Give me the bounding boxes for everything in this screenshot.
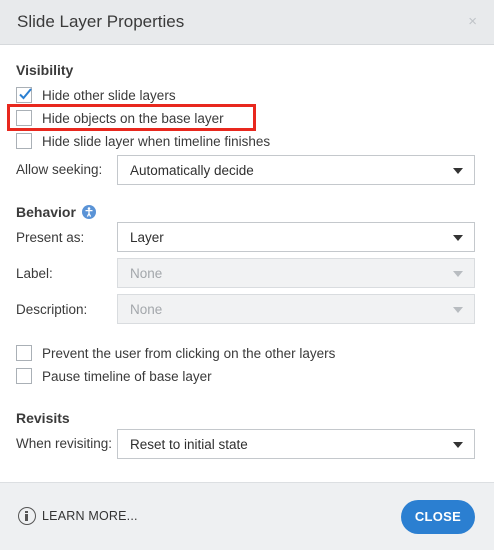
behavior-heading: Behavior xyxy=(16,204,96,220)
close-button[interactable]: CLOSE xyxy=(401,500,475,534)
label-value: None xyxy=(130,266,163,281)
description-value: None xyxy=(130,302,163,317)
description-dropdown: None xyxy=(117,294,475,324)
dropdown-arrow-icon xyxy=(453,442,463,448)
hide-when-finished-option[interactable]: Hide slide layer when timeline finishes xyxy=(16,132,270,150)
allow-seeking-label: Allow seeking: xyxy=(16,162,103,177)
present-as-dropdown[interactable]: Layer xyxy=(117,222,475,252)
pause-timeline-checkbox[interactable] xyxy=(16,368,32,384)
dropdown-arrow-icon xyxy=(453,271,463,277)
hide-other-layers-checkbox[interactable] xyxy=(16,87,32,103)
highlight-annotation xyxy=(7,104,256,131)
prevent-clicking-option[interactable]: Prevent the user from clicking on the ot… xyxy=(16,344,335,362)
pause-timeline-label: Pause timeline of base layer xyxy=(42,368,212,384)
when-revisiting-label: When revisiting: xyxy=(16,436,113,451)
allow-seeking-value: Automatically decide xyxy=(130,163,254,178)
visibility-heading: Visibility xyxy=(16,62,74,78)
dialog-title-bar: Slide Layer Properties × xyxy=(0,0,494,45)
dialog-title: Slide Layer Properties xyxy=(17,12,185,31)
present-as-label: Present as: xyxy=(16,230,85,245)
close-icon[interactable]: × xyxy=(468,13,477,30)
behavior-heading-text: Behavior xyxy=(16,204,76,220)
allow-seeking-dropdown[interactable]: Automatically decide xyxy=(117,155,475,185)
when-revisiting-value: Reset to initial state xyxy=(130,437,248,452)
hide-other-layers-option[interactable]: Hide other slide layers xyxy=(16,86,176,104)
dropdown-arrow-icon xyxy=(453,307,463,313)
prevent-clicking-label: Prevent the user from clicking on the ot… xyxy=(42,345,336,361)
label-dropdown: None xyxy=(117,258,475,288)
info-icon xyxy=(18,507,36,525)
pause-timeline-option[interactable]: Pause timeline of base layer xyxy=(16,367,212,385)
hide-when-finished-label: Hide slide layer when timeline finishes xyxy=(42,133,271,149)
dialog-footer: LEARN MORE... CLOSE xyxy=(0,482,494,550)
present-as-value: Layer xyxy=(130,230,164,245)
description-field-label: Description: xyxy=(16,302,88,317)
hide-when-finished-checkbox[interactable] xyxy=(16,133,32,149)
dropdown-arrow-icon xyxy=(453,235,463,241)
hide-other-layers-label: Hide other slide layers xyxy=(42,87,176,103)
prevent-clicking-checkbox[interactable] xyxy=(16,345,32,361)
learn-more-label: LEARN MORE... xyxy=(42,509,138,523)
dropdown-arrow-icon xyxy=(453,168,463,174)
when-revisiting-dropdown[interactable]: Reset to initial state xyxy=(117,429,475,459)
label-field-label: Label: xyxy=(16,266,53,281)
learn-more-link[interactable]: LEARN MORE... xyxy=(18,507,138,525)
checkmark-icon xyxy=(19,88,32,100)
accessibility-info-icon[interactable] xyxy=(81,205,96,219)
revisits-heading: Revisits xyxy=(16,410,70,426)
